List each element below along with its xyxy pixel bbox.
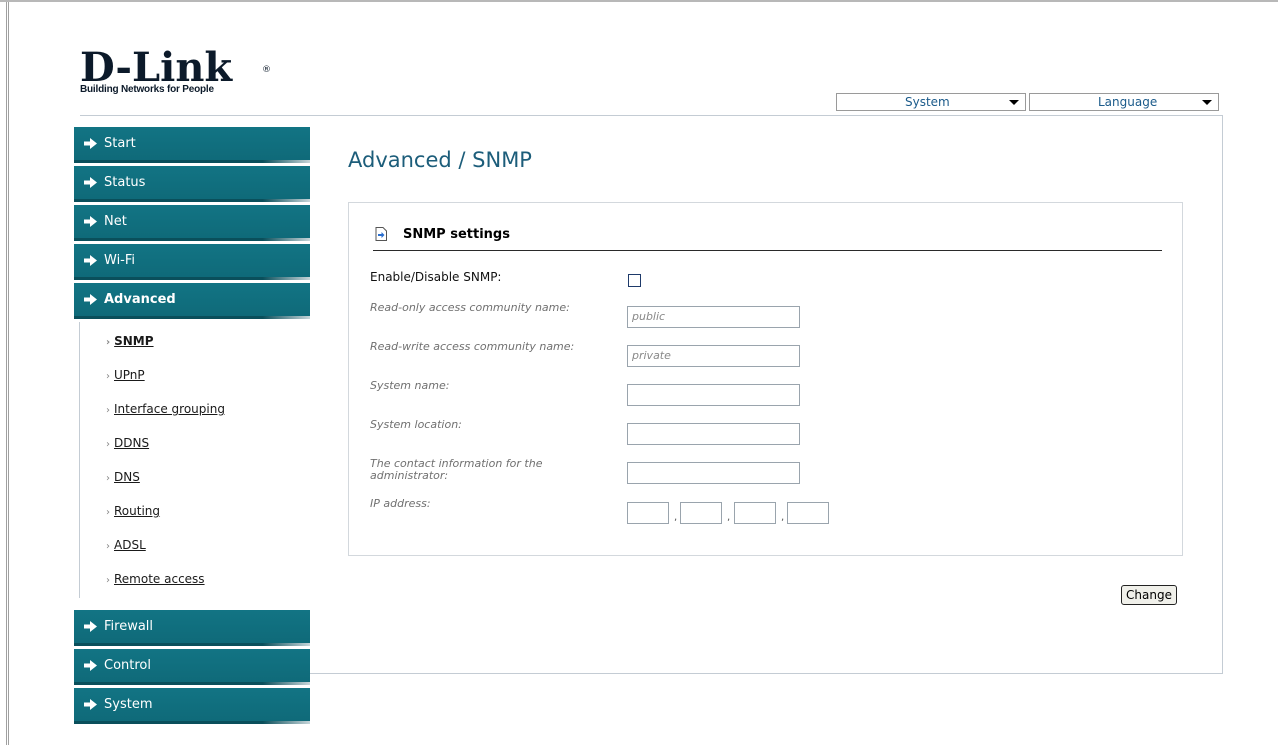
submenu-item-remote-access[interactable]: › Remote access: [106, 572, 205, 586]
ip-separator: ,: [727, 512, 731, 523]
arrow-right-icon: [84, 699, 97, 710]
submenu-item-dns[interactable]: › DNS: [106, 470, 140, 484]
submenu-item-upnp[interactable]: › UPnP: [106, 368, 145, 382]
sidebar-item-net[interactable]: Net: [74, 205, 310, 241]
ip-separator: ,: [674, 512, 678, 523]
sidebar-item-firewall[interactable]: Firewall: [74, 610, 310, 646]
read-write-community-input[interactable]: private: [627, 345, 800, 367]
contact-info-label: The contact information for the administ…: [370, 457, 543, 482]
bullet-icon: ›: [106, 507, 110, 518]
submenu-item-ddns[interactable]: › DDNS: [106, 436, 149, 450]
submenu-item-label: Remote access: [114, 572, 205, 586]
section-header: SNMP settings: [373, 225, 1162, 251]
system-menu-select[interactable]: System: [836, 93, 1026, 111]
sidebar-item-start[interactable]: Start: [74, 127, 310, 163]
arrow-right-icon: [84, 621, 97, 632]
sidebar-item-label: Control: [104, 658, 151, 673]
ip-octet-4-input[interactable]: [787, 502, 829, 524]
advanced-submenu: › SNMP › UPnP › Interface grouping › DDNS › D…: [79, 322, 310, 598]
bullet-icon: ›: [106, 541, 110, 552]
submenu-item-label: Routing: [114, 504, 161, 518]
submenu-item-routing[interactable]: › Routing: [106, 504, 160, 518]
logo-registered-mark: ®: [262, 65, 271, 75]
sidebar-item-label: Firewall: [104, 619, 154, 634]
top-border: [0, 0, 1278, 10]
page-title: Advanced / SNMP: [348, 148, 532, 172]
top-menu: System Language: [836, 93, 1219, 111]
left-border: [6, 2, 9, 745]
dlink-logo: D-Link ® Building Networks for People: [80, 48, 280, 96]
arrow-right-icon: [84, 177, 97, 188]
arrow-right-icon: [84, 660, 97, 671]
ip-separator: ,: [781, 512, 785, 523]
arrow-right-icon: [84, 216, 97, 227]
system-name-input[interactable]: [627, 384, 800, 406]
section-title: SNMP settings: [403, 227, 510, 242]
chevron-down-icon: [1202, 100, 1212, 105]
submenu-item-label: DNS: [114, 470, 140, 484]
bullet-icon: ›: [106, 337, 111, 348]
bullet-icon: ›: [106, 405, 110, 416]
bullet-icon: ›: [106, 575, 110, 586]
submenu-item-adsl[interactable]: › ADSL: [106, 538, 146, 552]
sidebar-item-label: Net: [104, 214, 127, 229]
submenu-item-label: ADSL: [114, 538, 146, 552]
sidebar-item-label: System: [104, 697, 153, 712]
ip-address-label: IP address:: [370, 497, 431, 510]
chevron-down-icon: [1009, 100, 1019, 105]
sidebar-item-wifi[interactable]: Wi-Fi: [74, 244, 310, 280]
sidebar-item-status[interactable]: Status: [74, 166, 310, 202]
bullet-icon: ›: [106, 371, 110, 382]
change-button[interactable]: Change: [1121, 585, 1177, 605]
bullet-icon: ›: [106, 473, 110, 484]
sidebar-item-advanced[interactable]: Advanced: [74, 283, 310, 319]
contact-info-input[interactable]: [627, 462, 800, 484]
arrow-right-icon: [84, 255, 97, 266]
submenu-item-label: Interface grouping: [114, 402, 225, 416]
sidebar: Start Status Net Wi-Fi Advanced › SNMP › U…: [74, 127, 310, 727]
ip-octet-2-input[interactable]: [680, 502, 722, 524]
read-only-community-label: Read-only access community name:: [370, 301, 570, 314]
submenu-item-label: SNMP: [114, 334, 154, 348]
arrow-right-icon: [84, 138, 97, 149]
enable-snmp-checkbox[interactable]: [628, 274, 641, 287]
submenu-item-snmp[interactable]: › SNMP: [106, 334, 154, 348]
submenu-item-label: UPnP: [114, 368, 145, 382]
read-write-community-label: Read-write access community name:: [370, 340, 575, 353]
sidebar-item-system[interactable]: System: [74, 688, 310, 724]
sidebar-item-control[interactable]: Control: [74, 649, 310, 685]
sidebar-item-label: Wi-Fi: [104, 253, 136, 268]
submenu-item-label: DDNS: [114, 436, 150, 450]
bullet-icon: ›: [106, 439, 110, 450]
system-location-input[interactable]: [627, 423, 800, 445]
sidebar-item-label: Status: [104, 175, 146, 190]
language-menu-select[interactable]: Language: [1029, 93, 1219, 111]
system-name-label: System name:: [370, 379, 450, 392]
arrow-right-icon: [84, 294, 97, 305]
sidebar-item-label: Advanced: [104, 292, 176, 307]
read-only-community-input[interactable]: public: [627, 306, 800, 328]
ip-octet-3-input[interactable]: [734, 502, 776, 524]
logo-brand: D-Link: [80, 44, 233, 91]
snmp-settings-panel: SNMP settings Enable/Disable SNMP: Read-…: [348, 202, 1183, 556]
system-menu-label: System: [905, 95, 950, 109]
language-menu-label: Language: [1098, 95, 1158, 109]
page-arrow-icon: [375, 227, 387, 241]
sidebar-item-label: Start: [104, 136, 136, 151]
submenu-item-interface-grouping[interactable]: › Interface grouping: [106, 402, 225, 416]
ip-octet-1-input[interactable]: [627, 502, 669, 524]
system-location-label: System location:: [370, 418, 462, 431]
enable-snmp-label: Enable/Disable SNMP:: [370, 270, 502, 284]
